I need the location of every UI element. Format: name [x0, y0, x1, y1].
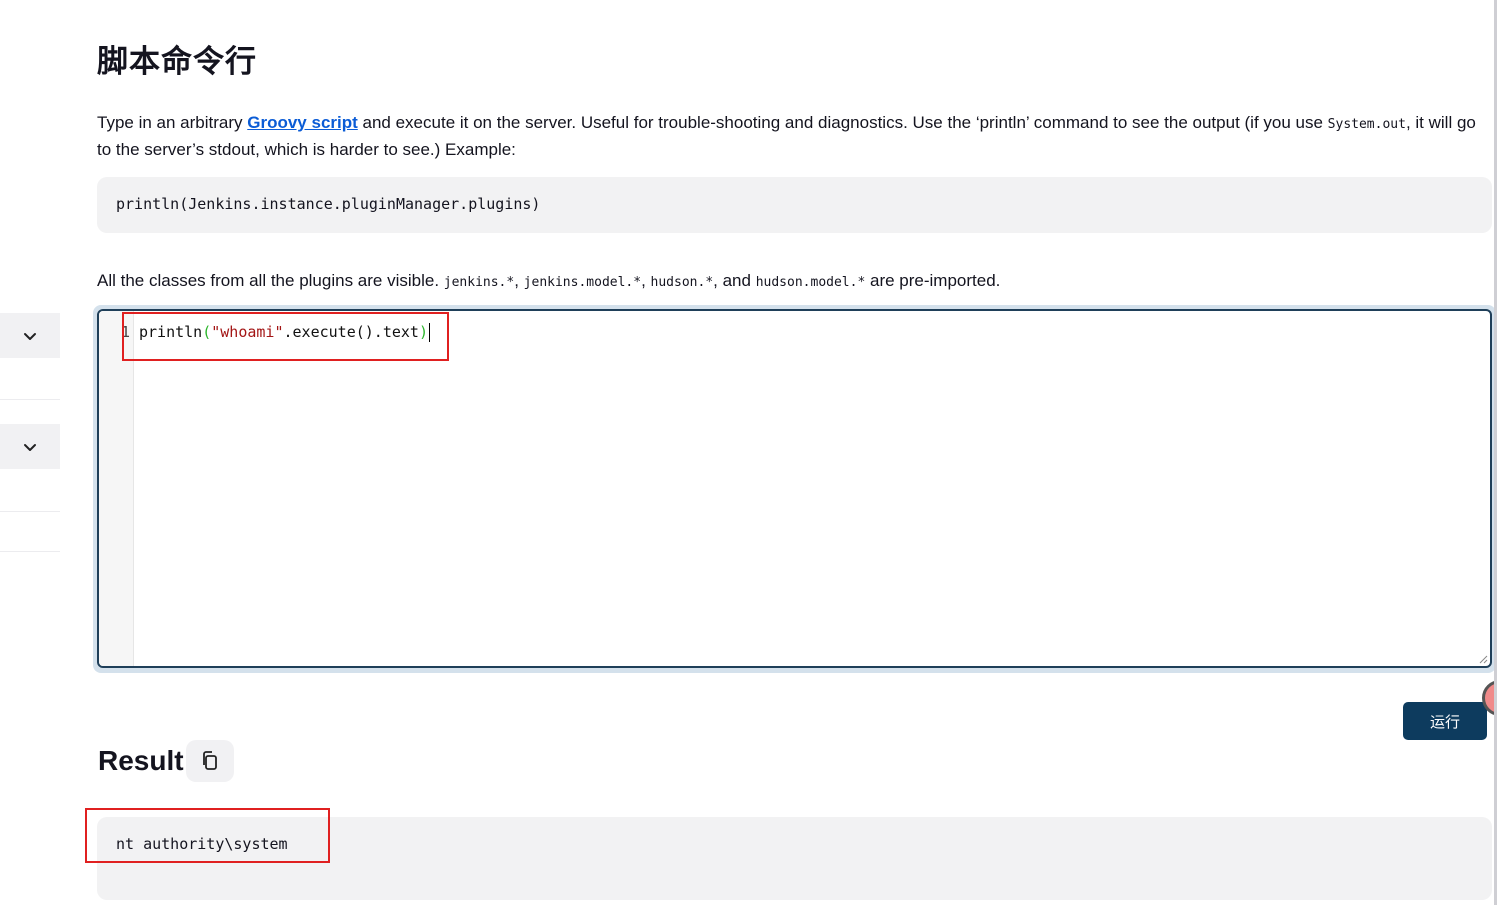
page-title: 脚本命令行 [97, 44, 257, 79]
description-text: Type in an arbitrary Groovy script and e… [97, 110, 1482, 162]
editor-gutter [99, 311, 134, 666]
copy-button[interactable] [186, 740, 234, 782]
script-editor[interactable]: 1 println("whoami".execute().text) [97, 309, 1492, 668]
description-part: and execute it on the server. Useful for… [357, 113, 1328, 132]
example-code-block: println(Jenkins.instance.pluginManager.p… [97, 177, 1492, 233]
imports-text: , [641, 271, 651, 290]
sidebar-divider [0, 399, 60, 400]
inline-code: System.out [1327, 117, 1406, 132]
script-console-page: 脚本命令行 Type in an arbitrary Groovy script… [0, 0, 1497, 905]
highlight-box-result [85, 808, 330, 863]
sidebar-toggle-1[interactable] [0, 313, 60, 358]
sidebar-divider [0, 551, 60, 552]
imports-text: , [514, 271, 524, 290]
sidebar-divider [0, 511, 60, 512]
highlight-box-code [122, 312, 449, 361]
inline-code: hudson.* [650, 275, 714, 290]
description-part: Type in an arbitrary [97, 113, 248, 132]
inline-code: jenkins.* [443, 275, 515, 290]
groovy-script-link[interactable]: Groovy script [247, 113, 358, 132]
resize-handle-icon[interactable] [1478, 654, 1488, 664]
imports-text: are pre-imported. [865, 271, 1001, 290]
inline-code: hudson.model.* [755, 275, 866, 290]
run-button[interactable]: 运行 [1403, 702, 1487, 740]
imports-text: , and [713, 271, 756, 290]
imports-text: All the classes from all the plugins are… [97, 271, 444, 290]
copy-icon [203, 751, 217, 770]
sidebar-toggle-2[interactable] [0, 424, 60, 469]
chevron-down-icon [24, 443, 36, 451]
chevron-down-icon [24, 332, 36, 340]
imports-note: All the classes from all the plugins are… [97, 268, 1482, 295]
result-heading: Result [98, 745, 184, 776]
inline-code: jenkins.model.* [523, 275, 642, 290]
